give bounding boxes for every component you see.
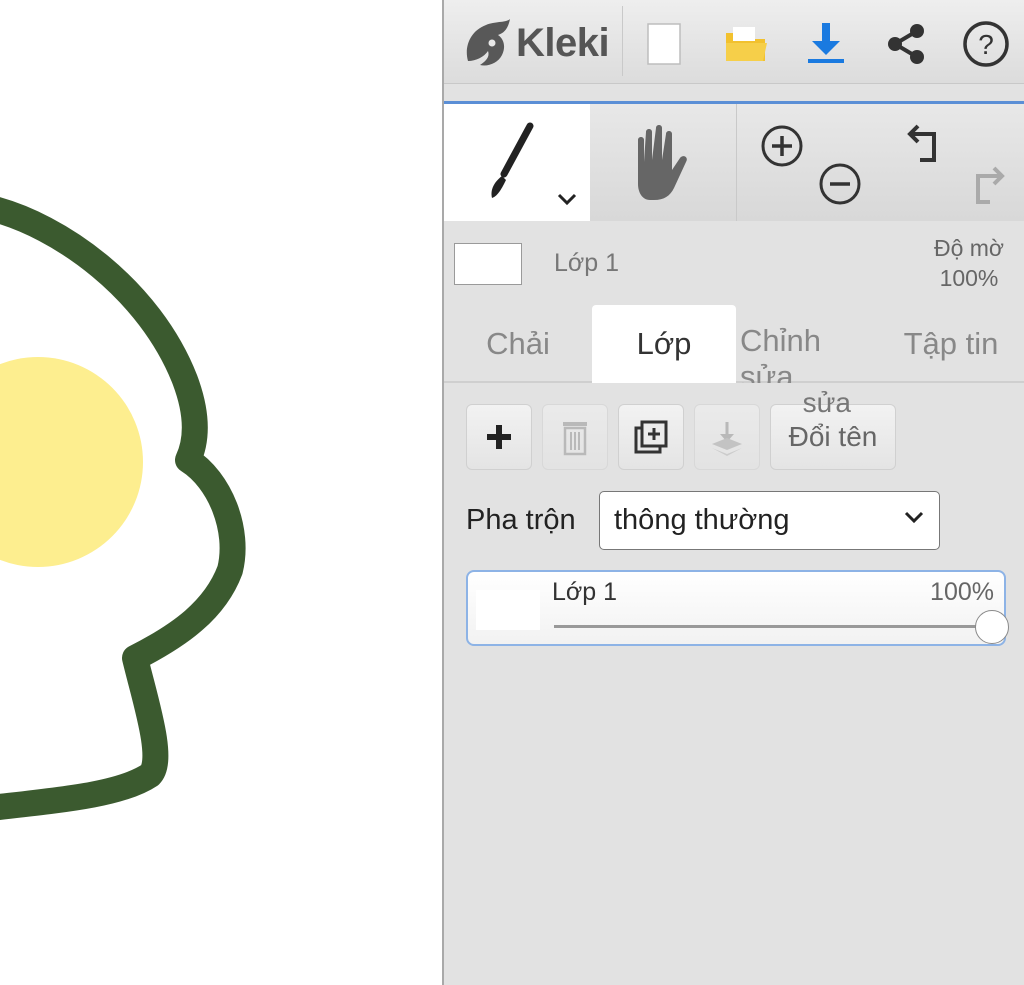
chevron-down-icon — [904, 511, 924, 524]
blend-mode-label: Pha trộn — [466, 504, 576, 536]
layer-list-item[interactable]: Lớp 1 100% — [466, 570, 1009, 646]
tab-bar: Chải Lớp Chỉnh sửa Tập tin — [444, 305, 1024, 383]
download-icon — [808, 23, 844, 63]
redo-icon[interactable] — [960, 162, 1008, 210]
blend-mode-value: thông thường — [614, 504, 790, 536]
toolbar-divider — [622, 6, 623, 76]
opacity-label: Độ mờ — [933, 235, 1004, 261]
yellow-circle — [0, 357, 143, 567]
side-panel: Kleki ? Lớp 1 Độ mờ 100% Chải Lớp Chỉnh … — [442, 0, 1024, 985]
brush-tool-button[interactable] — [444, 104, 590, 221]
share-button[interactable] — [876, 14, 936, 74]
plus-icon — [487, 425, 511, 449]
kleki-logo-icon — [466, 19, 510, 66]
zoom-out-icon[interactable] — [816, 160, 864, 208]
canvas-drawing — [0, 197, 246, 820]
opacity-value: 100% — [939, 265, 999, 291]
merge-down-icon — [712, 422, 742, 456]
top-toolbar: Kleki ? — [444, 0, 1024, 84]
delete-layer-button[interactable] — [542, 404, 608, 470]
rename-layer-button[interactable]: sửa Đổi tên — [770, 387, 896, 470]
rename-text: Đổi tên — [788, 421, 878, 452]
merge-down-button[interactable] — [694, 404, 760, 470]
blend-mode-select[interactable]: thông thường — [599, 491, 940, 550]
trash-icon — [563, 422, 587, 456]
share-icon — [888, 24, 924, 64]
undo-icon[interactable] — [904, 120, 952, 168]
open-file-button[interactable] — [716, 14, 776, 74]
kleki-logo[interactable]: Kleki — [462, 12, 610, 74]
svg-text:?: ? — [978, 29, 994, 60]
save-download-button[interactable] — [796, 14, 856, 74]
layer-item-name: Lớp 1 — [552, 578, 618, 606]
opacity-slider-track[interactable] — [554, 625, 984, 628]
opacity-slider-knob[interactable] — [975, 610, 1009, 644]
current-layer-info: Lớp 1 Độ mờ 100% — [444, 221, 1024, 305]
layer-item-thumbnail — [476, 590, 540, 630]
app-name: Kleki — [516, 20, 610, 65]
new-file-icon — [647, 23, 681, 65]
tool-divider — [736, 104, 737, 221]
help-button[interactable]: ? — [956, 14, 1016, 74]
folder-icon — [726, 27, 767, 61]
rename-label: sửa Đổi tên — [788, 387, 878, 453]
tab-layers[interactable]: Lớp — [592, 305, 736, 383]
help-icon: ? — [963, 21, 1009, 67]
tab-edit[interactable]: Chỉnh sửa — [740, 305, 878, 383]
layer-thumbnail[interactable] — [454, 243, 522, 285]
overflow-tab-text: sửa — [802, 387, 851, 418]
opacity-display: Độ mờ 100% — [934, 233, 1004, 293]
hand-icon — [638, 125, 687, 200]
tab-brush[interactable]: Chải — [444, 305, 592, 383]
duplicate-layer-button[interactable] — [618, 404, 684, 470]
duplicate-icon — [634, 420, 668, 454]
current-layer-name: Lớp 1 — [554, 249, 620, 277]
add-layer-button[interactable] — [466, 404, 532, 470]
tab-file[interactable]: Tập tin — [878, 305, 1024, 383]
drawing-canvas[interactable] — [0, 0, 442, 985]
layer-item-opacity: 100% — [930, 578, 994, 606]
tool-row — [444, 101, 1024, 221]
hand-tool-button[interactable] — [590, 104, 736, 221]
chevron-down-icon[interactable] — [556, 192, 578, 206]
zoom-in-icon[interactable] — [758, 122, 806, 170]
new-image-button[interactable] — [634, 14, 694, 74]
